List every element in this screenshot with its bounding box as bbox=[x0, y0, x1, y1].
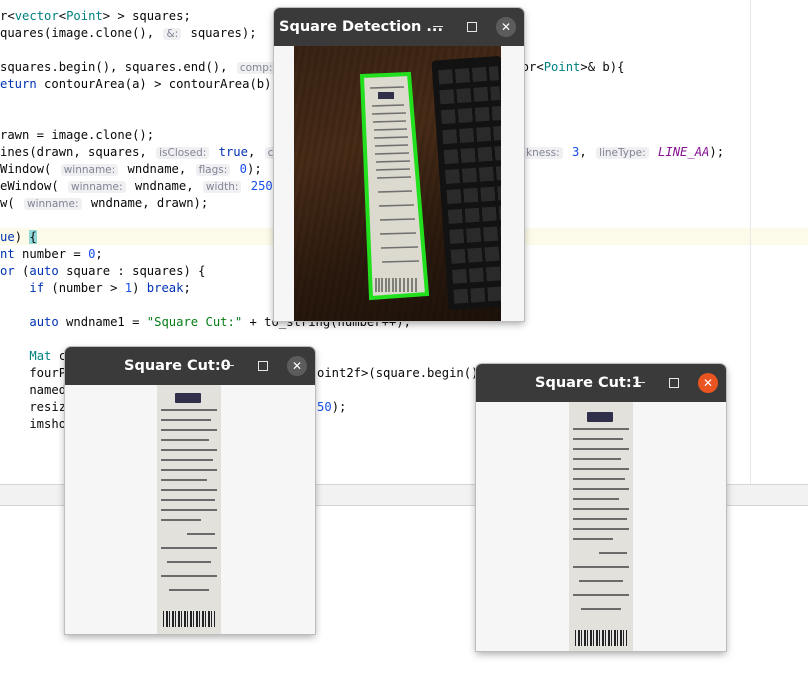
code-line[interactable]: r<vector<Point> > squares; bbox=[0, 8, 191, 25]
square-cut-0-window[interactable]: Square Cut:0 ✕ bbox=[65, 347, 315, 634]
image-view bbox=[274, 46, 524, 321]
code-line[interactable]: Window( winname: wndname, flags: 0); bbox=[0, 161, 262, 178]
detection-photo bbox=[294, 46, 501, 321]
code-line[interactable]: Mat cu bbox=[0, 348, 73, 365]
code-line[interactable]: ines(drawn, squares, isClosed: true, col… bbox=[0, 144, 294, 161]
close-button[interactable]: ✕ bbox=[698, 373, 718, 393]
code-line[interactable]: namedW bbox=[0, 382, 73, 399]
code-line[interactable]: eturn contourArea(a) > contourArea(b); bbox=[0, 76, 279, 93]
square-cut-1-window[interactable]: Square Cut:1 ✕ bbox=[476, 364, 726, 651]
code-line[interactable]: squares.begin(), squares.end(), comp: [ bbox=[0, 59, 292, 76]
close-button[interactable]: ✕ bbox=[496, 17, 516, 37]
code-line[interactable]: nt number = 0; bbox=[0, 246, 103, 263]
titlebar[interactable]: Square Detection ... ✕ bbox=[274, 8, 524, 46]
code-line[interactable]: if (number > 1) break; bbox=[0, 280, 190, 297]
code-line[interactable]: or (auto square : squares) { bbox=[0, 263, 205, 280]
image-view bbox=[65, 385, 315, 634]
code-fragment[interactable]: kness: 3, lineType: LINE_AA); bbox=[521, 144, 724, 161]
close-icon: ✕ bbox=[702, 376, 714, 390]
titlebar[interactable]: Square Cut:0 ✕ bbox=[65, 347, 315, 385]
maximize-icon bbox=[669, 377, 679, 388]
window-title: Square Cut:0 bbox=[124, 358, 231, 374]
code-line[interactable]: imshow bbox=[0, 416, 73, 433]
code-line[interactable]: w( winname: wndname, drawn); bbox=[0, 195, 208, 212]
cut-receipt-image bbox=[157, 385, 221, 634]
titlebar[interactable]: Square Cut:1 ✕ bbox=[476, 364, 726, 402]
code-line[interactable]: resize bbox=[0, 399, 73, 416]
code-line[interactable]: rawn = image.clone(); bbox=[0, 127, 154, 144]
maximize-icon bbox=[467, 21, 477, 32]
minimize-icon bbox=[433, 26, 443, 27]
close-icon: ✕ bbox=[291, 359, 303, 373]
code-line[interactable]: fourPo bbox=[0, 365, 73, 382]
minimize-button[interactable] bbox=[630, 373, 650, 393]
window-title: Square Detection ... bbox=[279, 19, 443, 35]
cut-receipt-image bbox=[569, 402, 633, 651]
right-margin-guide bbox=[750, 0, 751, 484]
minimize-icon bbox=[635, 382, 645, 383]
code-fragment[interactable]: oint2f>(square.begin(), bbox=[317, 365, 486, 382]
receipt-logo bbox=[378, 92, 394, 99]
close-button[interactable]: ✕ bbox=[287, 356, 307, 376]
image-view bbox=[476, 402, 726, 651]
minimize-icon bbox=[224, 365, 234, 366]
code-fragment[interactable]: ctor<Point>& b){ bbox=[507, 59, 624, 76]
receipt-overlay bbox=[359, 71, 430, 301]
square-detection-window[interactable]: Square Detection ... ✕ bbox=[274, 8, 524, 321]
code-fragment[interactable]: 50); bbox=[317, 399, 346, 416]
maximize-button[interactable] bbox=[664, 373, 684, 393]
maximize-button[interactable] bbox=[253, 356, 273, 376]
minimize-button[interactable] bbox=[428, 17, 448, 37]
window-title: Square Cut:1 bbox=[535, 375, 642, 391]
code-line[interactable]: ue) { bbox=[0, 229, 37, 246]
maximize-icon bbox=[258, 360, 268, 371]
code-line[interactable]: quares(image.clone(), &: squares); bbox=[0, 25, 257, 42]
minimize-button[interactable] bbox=[219, 356, 239, 376]
close-icon: ✕ bbox=[500, 20, 512, 34]
code-line[interactable]: eWindow( winname: wndname, width: 250, h… bbox=[0, 178, 311, 195]
maximize-button[interactable] bbox=[462, 17, 482, 37]
